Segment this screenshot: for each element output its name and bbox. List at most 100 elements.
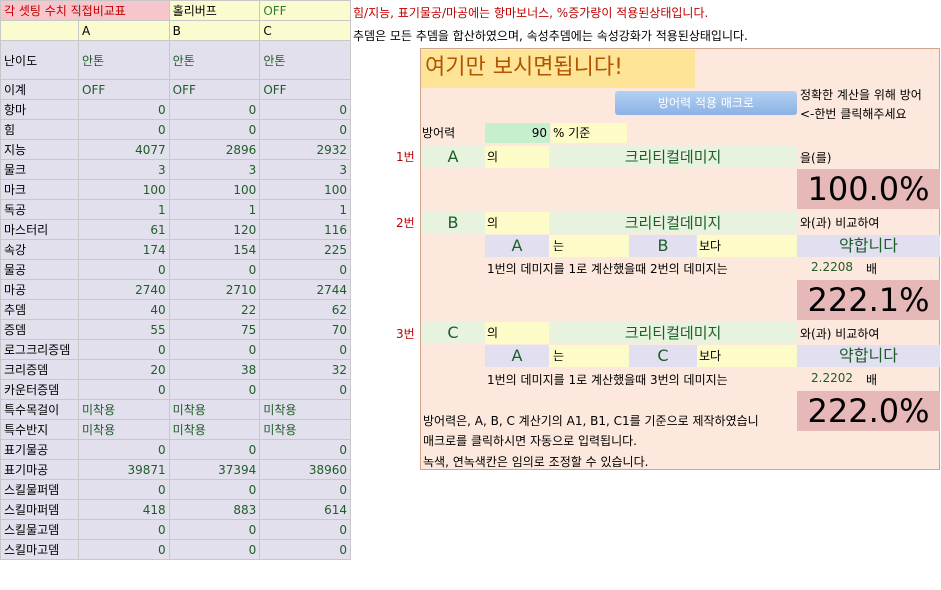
- row-2-stat[interactable]: 크리티컬데미지: [549, 212, 797, 234]
- row-value-c[interactable]: 38960: [259, 459, 351, 480]
- row-value-c[interactable]: 2932: [259, 139, 351, 160]
- row-value-b[interactable]: 2896: [168, 139, 261, 160]
- row-value-a[interactable]: 39871: [78, 459, 170, 480]
- blank-cell: [0, 20, 79, 41]
- row-2-of: 의: [485, 212, 549, 234]
- table-row: 마스터리 61 120 116: [0, 219, 351, 240]
- row-label: 증뎀: [0, 319, 79, 340]
- row-value-b[interactable]: 0: [168, 339, 261, 360]
- row-value-a[interactable]: 0: [78, 479, 170, 500]
- row-label: 지능: [0, 139, 79, 160]
- row-value-c[interactable]: 0: [259, 259, 351, 280]
- difficulty-c[interactable]: 안톤: [259, 40, 351, 80]
- row-value-b[interactable]: 0: [168, 439, 261, 460]
- row-value-c[interactable]: 0: [259, 99, 351, 120]
- row-value-a[interactable]: 0: [78, 99, 170, 120]
- ige-a[interactable]: OFF: [78, 79, 170, 100]
- holy-buff-value[interactable]: OFF: [259, 0, 351, 21]
- row-value-b[interactable]: 0: [168, 539, 261, 560]
- table-row: 카운터증뎀 0 0 0: [0, 379, 351, 400]
- row-value-b[interactable]: 3: [168, 159, 261, 180]
- row-value-a[interactable]: 3: [78, 159, 170, 180]
- row-value-b[interactable]: 0: [168, 379, 261, 400]
- row-1-stat[interactable]: 크리티컬데미지: [549, 146, 797, 168]
- row-value-a[interactable]: 미착용: [78, 419, 170, 440]
- row-value-a[interactable]: 1: [78, 199, 170, 220]
- row-value-b[interactable]: 1: [168, 199, 261, 220]
- row-1-number: 1번: [396, 150, 415, 164]
- row-value-c[interactable]: 0: [259, 539, 351, 560]
- row-2-number: 2번: [396, 216, 415, 230]
- footnote-2: 매크로를 클릭하시면 자동으로 입력됩니다.: [423, 434, 637, 448]
- row-value-c[interactable]: 62: [259, 299, 351, 320]
- row-value-b[interactable]: 120: [168, 219, 261, 240]
- row-value-b[interactable]: 75: [168, 319, 261, 340]
- defense-input[interactable]: 90: [485, 123, 550, 143]
- row-value-c[interactable]: 미착용: [259, 399, 351, 420]
- row-value-b[interactable]: 미착용: [168, 399, 261, 420]
- row-value-a[interactable]: 0: [78, 539, 170, 560]
- row-value-b[interactable]: 37394: [168, 459, 261, 480]
- row-value-b[interactable]: 0: [168, 119, 261, 140]
- row-value-c[interactable]: 100: [259, 179, 351, 200]
- row-value-c[interactable]: 225: [259, 239, 351, 260]
- row-value-a[interactable]: 0: [78, 379, 170, 400]
- row-value-a[interactable]: 174: [78, 239, 170, 260]
- difficulty-b[interactable]: 안톤: [168, 40, 261, 80]
- row-3-stat[interactable]: 크리티컬데미지: [549, 322, 797, 344]
- row-value-a[interactable]: 100: [78, 179, 170, 200]
- row-value-c[interactable]: 0: [259, 479, 351, 500]
- row-value-c[interactable]: 0: [259, 339, 351, 360]
- ige-b[interactable]: OFF: [168, 79, 261, 100]
- row-value-c[interactable]: 70: [259, 319, 351, 340]
- row-value-a[interactable]: 55: [78, 319, 170, 340]
- row-value-c[interactable]: 32: [259, 359, 351, 380]
- row-2-a-key: A: [485, 235, 549, 257]
- row-value-c[interactable]: 116: [259, 219, 351, 240]
- difficulty-a[interactable]: 안톤: [78, 40, 170, 80]
- row-value-a[interactable]: 4077: [78, 139, 170, 160]
- table-row: 독공 1 1 1: [0, 199, 351, 220]
- row-2-key[interactable]: B: [421, 212, 485, 234]
- row-value-c[interactable]: 미착용: [259, 419, 351, 440]
- row-value-a[interactable]: 0: [78, 119, 170, 140]
- row-value-b[interactable]: 883: [168, 499, 261, 520]
- row-value-c[interactable]: 0: [259, 519, 351, 540]
- row-value-a[interactable]: 0: [78, 259, 170, 280]
- column-c-header: C: [259, 20, 351, 41]
- row-value-b[interactable]: 0: [168, 479, 261, 500]
- row-value-c[interactable]: 0: [259, 439, 351, 460]
- row-value-a[interactable]: 40: [78, 299, 170, 320]
- row-1-key[interactable]: A: [421, 146, 485, 168]
- row-value-c[interactable]: 0: [259, 119, 351, 140]
- row-value-a[interactable]: 418: [78, 499, 170, 520]
- row-value-b[interactable]: 154: [168, 239, 261, 260]
- row-value-c[interactable]: 0: [259, 379, 351, 400]
- row-value-b[interactable]: 0: [168, 99, 261, 120]
- row-3-of: 의: [485, 322, 549, 344]
- row-label: 스킬마퍼뎀: [0, 499, 79, 520]
- row-value-a[interactable]: 0: [78, 339, 170, 360]
- ige-c[interactable]: OFF: [259, 79, 351, 100]
- row-value-a[interactable]: 0: [78, 439, 170, 460]
- row-value-b[interactable]: 0: [168, 259, 261, 280]
- row-3-key[interactable]: C: [421, 322, 485, 344]
- row-value-b[interactable]: 22: [168, 299, 261, 320]
- row-value-b[interactable]: 2710: [168, 279, 261, 300]
- row-value-c[interactable]: 2744: [259, 279, 351, 300]
- row-3-a-key: A: [485, 345, 549, 367]
- row-value-c[interactable]: 1: [259, 199, 351, 220]
- row-value-b[interactable]: 38: [168, 359, 261, 380]
- row-value-a[interactable]: 61: [78, 219, 170, 240]
- defense-macro-button[interactable]: 방어력 적용 매크로: [615, 91, 797, 115]
- row-value-b[interactable]: 0: [168, 519, 261, 540]
- row-value-a[interactable]: 미착용: [78, 399, 170, 420]
- row-value-b[interactable]: 100: [168, 179, 261, 200]
- row-value-a[interactable]: 2740: [78, 279, 170, 300]
- row-value-a[interactable]: 20: [78, 359, 170, 380]
- row-value-c[interactable]: 3: [259, 159, 351, 180]
- defense-suffix: % 기준: [551, 123, 627, 143]
- row-value-a[interactable]: 0: [78, 519, 170, 540]
- row-value-b[interactable]: 미착용: [168, 419, 261, 440]
- row-value-c[interactable]: 614: [259, 499, 351, 520]
